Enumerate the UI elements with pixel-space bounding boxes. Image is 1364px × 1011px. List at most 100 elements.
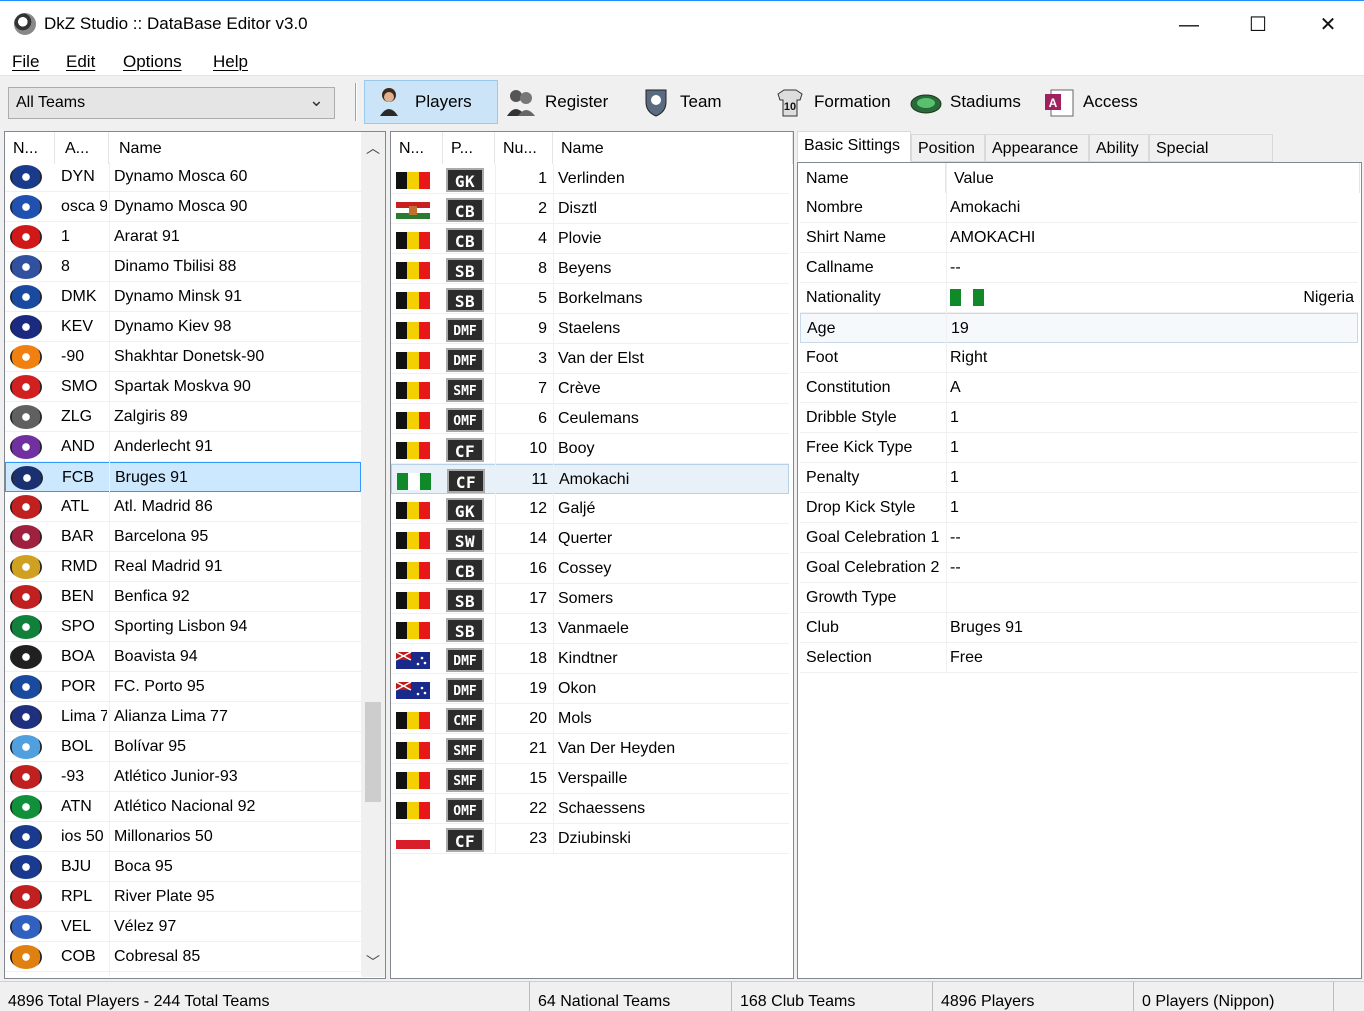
property-row[interactable]: Selection Free (800, 643, 1358, 673)
teams-list[interactable]: N... A... Name DYN Dynamo Mosca 60 osca 9 D… (4, 131, 386, 979)
team-row[interactable]: Lima 7 Alianza Lima 77 (5, 702, 361, 732)
register-button[interactable]: Register (505, 80, 635, 124)
teams-header-name[interactable]: Name (109, 132, 363, 164)
property-row[interactable]: Nombre Amokachi (800, 193, 1358, 223)
team-row[interactable]: SMO Spartak Moskva 90 (5, 372, 361, 402)
team-row[interactable]: BOL Bolívar 95 (5, 732, 361, 762)
player-row[interactable]: CF 11 Amokachi (391, 464, 789, 494)
team-row[interactable]: AND Anderlecht 91 (5, 432, 361, 462)
stadiums-button[interactable]: Stadiums (910, 80, 1035, 124)
team-row[interactable]: 1 Ararat 91 (5, 222, 361, 252)
team-row[interactable]: VEL Vélez 97 (5, 912, 361, 942)
property-row[interactable]: Goal Celebration 2 -- (800, 553, 1358, 583)
access-button[interactable]: A Access (1043, 80, 1153, 124)
player-row[interactable]: SMF 15 Verspaille (391, 764, 789, 794)
property-row[interactable]: Foot Right (800, 343, 1358, 373)
player-row[interactable]: DMF 19 Okon (391, 674, 789, 704)
players-list[interactable]: N... P... Nu... Name GK 1 Verlinden CB 2 Disz… (390, 131, 794, 979)
scroll-down-icon[interactable]: ﹀ (366, 952, 380, 972)
team-row[interactable]: POR FC. Porto 95 (5, 672, 361, 702)
property-row[interactable]: Constitution A (800, 373, 1358, 403)
player-row[interactable]: OMF 22 Schaessens (391, 794, 789, 824)
property-row[interactable]: Callname -- (800, 253, 1358, 283)
teams-header-abbr[interactable]: A... (55, 132, 109, 164)
player-row[interactable]: SB 17 Somers (391, 584, 789, 614)
player-row[interactable]: OMF 6 Ceulemans (391, 404, 789, 434)
team-row[interactable]: DYN Dynamo Mosca 60 (5, 162, 361, 192)
teams-scroll-thumb[interactable] (365, 702, 381, 802)
maximize-button[interactable]: ☐ (1235, 7, 1281, 43)
team-row[interactable]: KEV Dynamo Kiev 98 (5, 312, 361, 342)
team-row[interactable]: BAR Barcelona 95 (5, 522, 361, 552)
tab-basic-sittings[interactable]: Basic Sittings (797, 131, 911, 162)
tab-special-abilities[interactable]: Special Abilities (1149, 134, 1273, 185)
tab-appearance[interactable]: Appearance (985, 134, 1089, 162)
team-row[interactable]: RMD Real Madrid 91 (5, 552, 361, 582)
players-header-name[interactable]: Name (553, 132, 793, 164)
players-header-nation[interactable]: N... (391, 132, 443, 164)
property-row[interactable]: Club Bruges 91 (800, 613, 1358, 643)
team-row[interactable]: ATN Atlético Nacional 92 (5, 792, 361, 822)
player-row[interactable]: CB 16 Cossey (391, 554, 789, 584)
team-row[interactable]: osca 9 Dynamo Mosca 90 (5, 192, 361, 222)
team-row[interactable]: COB Cobresal 85 (5, 942, 361, 972)
menu-options[interactable]: Options (123, 52, 182, 72)
property-row[interactable]: Nationality Nigeria (800, 283, 1358, 313)
player-row[interactable]: SW 14 Querter (391, 524, 789, 554)
player-row[interactable]: DMF 3 Van der Elst (391, 344, 789, 374)
team-row[interactable]: ZLG Zalgiris 89 (5, 402, 361, 432)
team-row[interactable]: ios 50 Millonarios 50 (5, 822, 361, 852)
property-row[interactable]: Shirt Name AMOKACHI (800, 223, 1358, 253)
team-row[interactable]: -93 Atlético Junior-93 (5, 762, 361, 792)
team-row[interactable]: FCB Bruges 91 (5, 462, 361, 492)
players-header-position[interactable]: P... (443, 132, 495, 164)
player-row[interactable]: CMF 20 Mols (391, 704, 789, 734)
details-grid[interactable]: Name Value Nombre Amokachi Shirt Name AMOKA… (797, 162, 1362, 979)
team-row[interactable]: DMK Dynamo Minsk 91 (5, 282, 361, 312)
team-row[interactable]: ATL Atl. Madrid 86 (5, 492, 361, 522)
team-row[interactable]: 8 Dinamo Tbilisi 88 (5, 252, 361, 282)
player-row[interactable]: GK 1 Verlinden (391, 164, 789, 194)
player-row[interactable]: SMF 7 Crève (391, 374, 789, 404)
players-header-number[interactable]: Nu... (495, 132, 553, 164)
player-row[interactable]: CF 10 Booy (391, 434, 789, 464)
team-row[interactable]: BOA Boavista 94 (5, 642, 361, 672)
team-row[interactable]: RPL River Plate 95 (5, 882, 361, 912)
player-row[interactable]: SB 5 Borkelmans (391, 284, 789, 314)
tab-position[interactable]: Position (911, 134, 985, 162)
property-row[interactable]: Goal Celebration 1 -- (800, 523, 1358, 553)
player-row[interactable]: CF 23 Dziubinski (391, 824, 789, 854)
team-row[interactable]: BJU Boca 95 (5, 852, 361, 882)
team-button[interactable]: Team (640, 80, 750, 124)
teams-header-number[interactable]: N... (5, 132, 55, 164)
property-row[interactable]: Dribble Style 1 (800, 403, 1358, 433)
property-row[interactable]: Growth Type (800, 583, 1358, 613)
menu-edit[interactable]: Edit (66, 52, 95, 72)
player-row[interactable]: DMF 9 Staelens (391, 314, 789, 344)
property-row[interactable]: Drop Kick Style 1 (800, 493, 1358, 523)
tab-ability[interactable]: Ability (1089, 134, 1149, 162)
player-row[interactable]: SB 13 Vanmaele (391, 614, 789, 644)
team-row[interactable]: SPO Sporting Lisbon 94 (5, 612, 361, 642)
minimize-button[interactable]: — (1166, 7, 1212, 43)
team-filter-dropdown[interactable]: All Teams ⌄ (8, 87, 335, 119)
scroll-up-icon[interactable]: ︿ (366, 138, 380, 158)
menu-help[interactable]: Help (213, 52, 248, 72)
property-row[interactable]: Age 19 (800, 313, 1358, 343)
players-button[interactable]: Players (364, 80, 498, 124)
player-row[interactable]: SMF 21 Van Der Heyden (391, 734, 789, 764)
menu-file[interactable]: File (12, 52, 39, 72)
team-row[interactable]: -90 Shakhtar Donetsk-90 (5, 342, 361, 372)
player-row[interactable]: CB 4 Plovie (391, 224, 789, 254)
team-row[interactable]: BEN Benfica 92 (5, 582, 361, 612)
property-row[interactable]: Free Kick Type 1 (800, 433, 1358, 463)
player-row[interactable]: CB 2 Disztl (391, 194, 789, 224)
player-row[interactable]: SB 8 Beyens (391, 254, 789, 284)
formation-button[interactable]: 10 Formation (774, 80, 904, 124)
player-row[interactable]: GK 12 Galjé (391, 494, 789, 524)
position-badge: GK (446, 498, 484, 522)
player-row[interactable]: DMF 18 Kindtner (391, 644, 789, 674)
teams-scrollbar[interactable]: ︿ ﹀ (361, 132, 385, 977)
property-row[interactable]: Penalty 1 (800, 463, 1358, 493)
close-button[interactable]: ✕ (1305, 7, 1351, 43)
